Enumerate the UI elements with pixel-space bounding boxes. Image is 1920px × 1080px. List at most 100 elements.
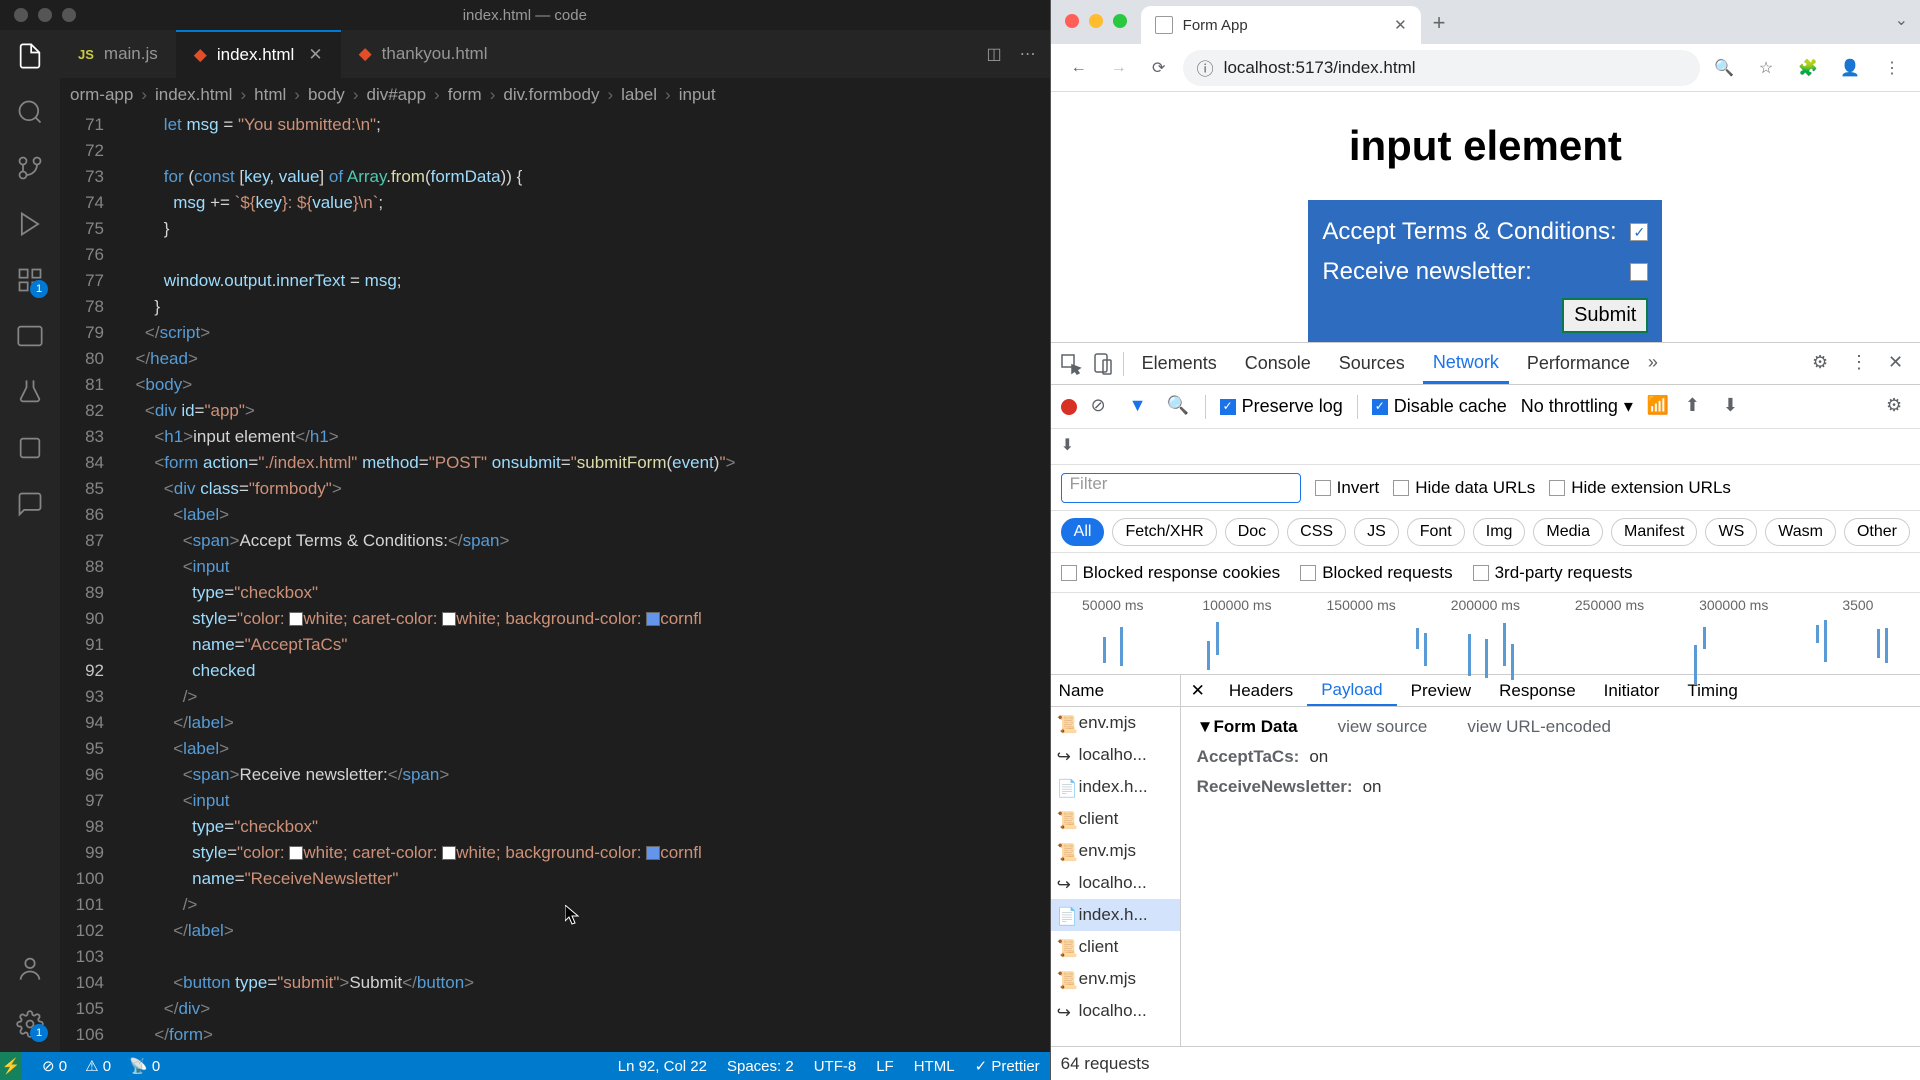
chat-icon[interactable]: [16, 490, 44, 518]
testing-icon[interactable]: [16, 378, 44, 406]
request-item[interactable]: 📜env.mjs: [1051, 835, 1180, 867]
profile-icon[interactable]: 👤: [1834, 52, 1866, 84]
detail-tab-payload[interactable]: Payload: [1307, 675, 1396, 706]
extensions-icon[interactable]: 🧩: [1792, 52, 1824, 84]
minimize-button[interactable]: [1089, 14, 1103, 28]
blocked-cookies[interactable]: Blocked response cookies: [1061, 563, 1281, 583]
settings-icon[interactable]: 1: [16, 1010, 44, 1038]
language[interactable]: HTML: [914, 1058, 955, 1075]
new-tab-button[interactable]: +: [1433, 10, 1446, 44]
ports[interactable]: 📡 0: [129, 1057, 160, 1075]
pill-font[interactable]: Font: [1407, 518, 1465, 546]
waterfall-overview[interactable]: 50000 ms100000 ms150000 ms200000 ms25000…: [1051, 593, 1920, 675]
tab-mainjs[interactable]: JSmain.js: [60, 30, 176, 78]
search-icon[interactable]: 🔍: [1167, 395, 1191, 419]
preserve-log[interactable]: Preserve log: [1220, 396, 1343, 417]
devtools-close-icon[interactable]: ✕: [1888, 352, 1912, 376]
gear-icon[interactable]: ⚙: [1812, 352, 1836, 376]
detail-tab-headers[interactable]: Headers: [1215, 675, 1307, 706]
request-item[interactable]: ↪localho...: [1051, 867, 1180, 899]
blocked-requests[interactable]: Blocked requests: [1300, 563, 1452, 583]
pill-all[interactable]: All: [1061, 518, 1105, 546]
search-icon[interactable]: [16, 98, 44, 126]
pill-doc[interactable]: Doc: [1225, 518, 1279, 546]
tab-indexhtml[interactable]: ◆index.html✕: [176, 30, 341, 78]
back-button[interactable]: ←: [1063, 52, 1095, 84]
pill-img[interactable]: Img: [1473, 518, 1526, 546]
chrome-traffic-lights[interactable]: [1065, 14, 1127, 28]
formatter[interactable]: ✓ Prettier: [975, 1057, 1040, 1075]
request-item[interactable]: 📜client: [1051, 803, 1180, 835]
more-icon[interactable]: ⋯: [1020, 44, 1036, 64]
request-item[interactable]: ↪localho...: [1051, 739, 1180, 771]
pill-other[interactable]: Other: [1844, 518, 1910, 546]
close-button[interactable]: [1065, 14, 1079, 28]
db-icon[interactable]: [16, 434, 44, 462]
download-icon[interactable]: ⬇: [1723, 395, 1747, 419]
source-control-icon[interactable]: [16, 154, 44, 182]
detail-tab-initiator[interactable]: Initiator: [1590, 675, 1674, 706]
detail-tab-timing[interactable]: Timing: [1673, 675, 1751, 706]
forward-button[interactable]: →: [1103, 52, 1135, 84]
browser-tab[interactable]: Form App ✕: [1141, 6, 1421, 44]
errors[interactable]: ⊘ 0: [42, 1057, 67, 1075]
request-item[interactable]: 📄index.h...: [1051, 771, 1180, 803]
remote-icon[interactable]: [16, 322, 44, 350]
pill-js[interactable]: JS: [1354, 518, 1399, 546]
kebab-icon[interactable]: ⋮: [1850, 352, 1874, 376]
close-detail-icon[interactable]: ✕: [1181, 675, 1215, 706]
record-button[interactable]: [1061, 399, 1077, 415]
wifi-icon[interactable]: 📶: [1647, 395, 1671, 419]
pill-fetch/xhr[interactable]: Fetch/XHR: [1112, 518, 1216, 546]
pill-manifest[interactable]: Manifest: [1611, 518, 1697, 546]
more-tabs-icon[interactable]: »: [1648, 352, 1672, 376]
view-url-encoded-link[interactable]: view URL-encoded: [1467, 717, 1611, 737]
disclosure-triangle[interactable]: ▼Form Data: [1197, 717, 1298, 737]
tab-network[interactable]: Network: [1423, 343, 1509, 384]
pill-media[interactable]: Media: [1533, 518, 1603, 546]
clear-icon[interactable]: ⊘: [1091, 395, 1115, 419]
remote-badge[interactable]: ⚡: [0, 1052, 22, 1080]
run-debug-icon[interactable]: [16, 210, 44, 238]
url-bar[interactable]: ⓘ localhost:5173/index.html: [1183, 50, 1700, 86]
account-icon[interactable]: [16, 954, 44, 982]
reload-button[interactable]: ⟳: [1143, 52, 1175, 84]
close-icon[interactable]: ✕: [308, 45, 322, 65]
checkbox-terms[interactable]: [1630, 223, 1648, 241]
tab-performance[interactable]: Performance: [1517, 343, 1640, 384]
split-icon[interactable]: ◫: [987, 44, 1002, 64]
encoding[interactable]: UTF-8: [814, 1058, 857, 1075]
traffic-lights[interactable]: [14, 8, 76, 22]
tab-close-icon[interactable]: ✕: [1394, 16, 1407, 34]
request-item[interactable]: 📜env.mjs: [1051, 963, 1180, 995]
extensions-icon[interactable]: 1: [16, 266, 44, 294]
hide-data-urls[interactable]: Hide data URLs: [1393, 478, 1535, 498]
network-settings-icon[interactable]: ⚙: [1886, 395, 1910, 419]
inspect-icon[interactable]: [1059, 352, 1083, 376]
maximize-button[interactable]: [1113, 14, 1127, 28]
cursor-pos[interactable]: Ln 92, Col 22: [618, 1058, 707, 1075]
max-dot[interactable]: [62, 8, 76, 22]
request-item[interactable]: ↪localho...: [1051, 995, 1180, 1027]
min-dot[interactable]: [38, 8, 52, 22]
detail-tab-response[interactable]: Response: [1485, 675, 1590, 706]
explorer-icon[interactable]: [16, 42, 44, 70]
name-column-header[interactable]: Name: [1051, 675, 1180, 707]
pill-ws[interactable]: WS: [1705, 518, 1757, 546]
hide-ext-urls[interactable]: Hide extension URLs: [1549, 478, 1731, 498]
tab-console[interactable]: Console: [1235, 343, 1321, 384]
third-party[interactable]: 3rd-party requests: [1473, 563, 1633, 583]
filter-input[interactable]: Filter: [1061, 473, 1301, 503]
submit-button[interactable]: Submit: [1562, 298, 1648, 333]
breadcrumb[interactable]: orm-app›index.html›html›body›div#app›for…: [60, 78, 1050, 112]
code-editor[interactable]: 7172737475767778798081828384858687888990…: [60, 112, 1050, 1052]
warnings[interactable]: ⚠ 0: [85, 1057, 111, 1075]
request-item[interactable]: 📜client: [1051, 931, 1180, 963]
request-item[interactable]: 📄index.h...: [1051, 899, 1180, 931]
disable-cache[interactable]: Disable cache: [1372, 396, 1507, 417]
view-source-link[interactable]: view source: [1338, 717, 1428, 737]
site-info-icon[interactable]: ⓘ: [1197, 55, 1214, 80]
filter-icon[interactable]: ▼: [1129, 395, 1153, 419]
chevron-down-icon[interactable]: ⌄: [1895, 10, 1908, 30]
indent[interactable]: Spaces: 2: [727, 1058, 794, 1075]
